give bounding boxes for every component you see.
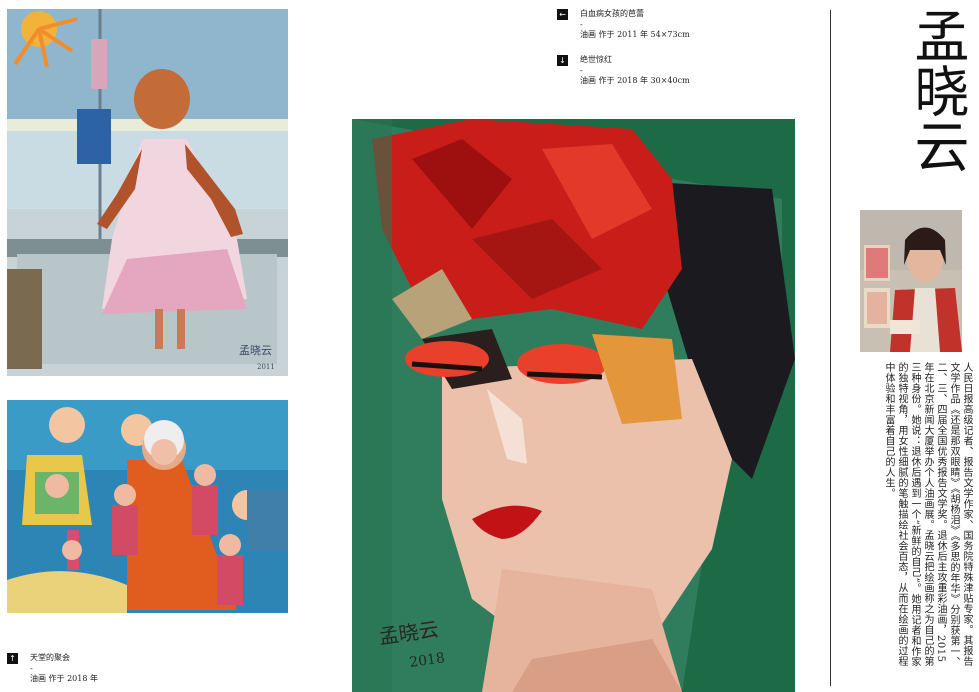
caption-meta: 油画 作于 2011 年 54×73cm [580, 30, 690, 39]
caption-separator: - [30, 664, 33, 673]
artist-bio: 人民日报高级记者、报告文学作家、国务院特殊津贴专家。其报告文学作品《还是那双眼睛… [883, 362, 972, 668]
caption-heaven: ↑ 天堂的聚会 - 油画 作于 2018 年 [7, 653, 98, 684]
caption-separator: - [580, 66, 583, 75]
ballet-signature: 孟晓云 [239, 344, 272, 357]
artist-photo [860, 210, 962, 352]
left-arrow-icon: ← [557, 9, 568, 20]
caption-title: 白血病女孩的芭蕾 [580, 9, 644, 18]
up-arrow-icon: ↑ [7, 653, 18, 664]
painting-portrait: 孟晓云 2018 [352, 119, 795, 692]
caption-ballet: ← 白血病女孩的芭蕾 - 油画 作于 2011 年 54×73cm [557, 9, 690, 40]
artist-name: 孟晓云 [905, 8, 969, 173]
caption-title: 天堂的聚会 [30, 653, 70, 662]
painting-ballet-girl: 孟晓云 2011 [7, 9, 288, 376]
caption-meta: 油画 作于 2018 年 30×40cm [580, 76, 690, 85]
caption-separator: - [580, 20, 583, 29]
ballet-date: 2011 [257, 363, 275, 371]
painting-heaven-gathering [7, 400, 288, 613]
column-divider [830, 10, 831, 686]
caption-title: 绝世惊红 [580, 55, 612, 64]
down-arrow-icon: ↓ [557, 55, 568, 66]
caption-meta: 油画 作于 2018 年 [30, 674, 98, 683]
caption-portrait: ↓ 绝世惊红 - 油画 作于 2018 年 30×40cm [557, 55, 690, 86]
